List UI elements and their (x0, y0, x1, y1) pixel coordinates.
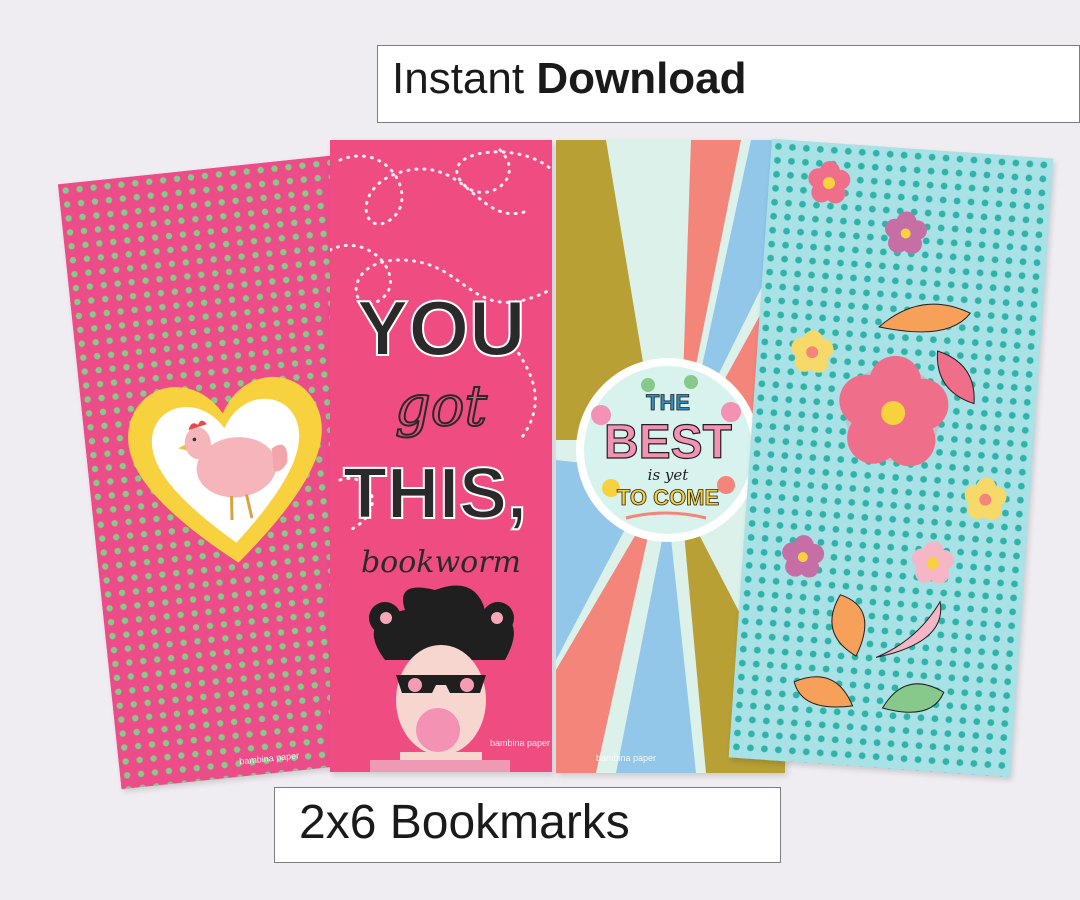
product-image: bambina paper YOU got THIS, bookworm bam… (0, 0, 1080, 900)
headline-got: got (395, 374, 488, 439)
banner-regular-text: Instant (392, 54, 525, 103)
bookmark-flowers-moths (728, 138, 1054, 778)
headline-is-yet: is yet (648, 466, 690, 484)
headline-bookworm: bookworm (361, 545, 521, 580)
bookmark-you-got-this-art: YOU got THIS, bookworm (330, 140, 552, 772)
headline-this: THIS, (343, 454, 527, 534)
instant-download-banner: Instant Download (377, 45, 1080, 123)
bookmark-you-got-this: YOU got THIS, bookworm bambina paper (330, 140, 552, 772)
size-banner-text: 2x6 Bookmarks (299, 796, 630, 849)
brand-mark: bambina paper (596, 753, 657, 763)
bookmark-flowers-moths-art (728, 138, 1054, 778)
brand-mark: bambina paper (490, 738, 551, 748)
size-banner: 2x6 Bookmarks (274, 787, 781, 863)
headline-you: YOU (356, 284, 525, 372)
headline-best: BEST (604, 416, 732, 469)
headline-the: THE (646, 390, 690, 415)
headline-to-come: TO COME (617, 485, 719, 510)
banner-bold-text: Download (536, 54, 747, 103)
